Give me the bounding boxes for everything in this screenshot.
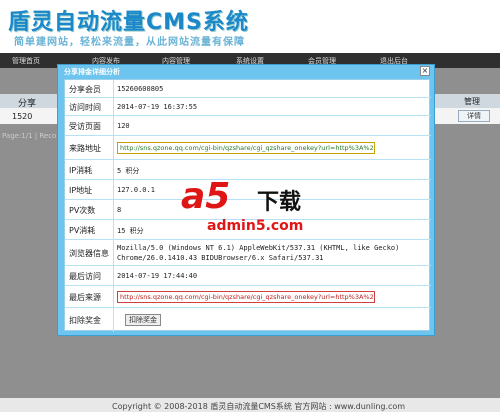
row-value: 120 bbox=[117, 122, 130, 130]
column-manage: 管理 bbox=[464, 97, 480, 106]
slogan: 简单建网站，轻松来流量，从此网站流量有保障 bbox=[14, 37, 245, 48]
row-label: 最后访问 bbox=[69, 272, 101, 281]
row-value: 2014-07-19 16:37:55 bbox=[117, 103, 198, 111]
detail-row: 分享会员 15260600805 bbox=[65, 80, 431, 98]
row-value: 5 积分 bbox=[117, 167, 140, 175]
referrer-url-field[interactable]: http://sns.qzone.qq.com/cgi-bin/qzshare/… bbox=[117, 142, 375, 154]
row-label: PV次数 bbox=[69, 206, 96, 215]
last-source-url-field[interactable]: http://sns.qzone.qq.com/cgi-bin/qzshare/… bbox=[117, 291, 375, 303]
row-value: 15 积分 bbox=[117, 227, 144, 235]
row-value: 2014-07-19 17:44:40 bbox=[117, 272, 198, 280]
row-value: Mozilla/5.0 (Windows NT 6.1) AppleWebKit… bbox=[117, 244, 400, 252]
row-value: 127.0.0.1 bbox=[117, 186, 155, 194]
row-label: IP地址 bbox=[69, 186, 93, 195]
row-value-line2: Chrome/26.0.1410.43 BIDUBrowser/6.x Safa… bbox=[117, 254, 324, 262]
modal-title: 分享排金详细分析 bbox=[64, 68, 120, 76]
detail-row: 最后访问 2014-07-19 17:44:40 bbox=[65, 266, 431, 286]
row-label: 扣除奖金 bbox=[69, 316, 101, 325]
deduct-bonus-button[interactable]: 扣除奖金 bbox=[125, 314, 161, 326]
watermark-download: 下载 bbox=[257, 190, 302, 215]
row-label: 访问时间 bbox=[69, 103, 101, 112]
detail-row: 最后来源 http://sns.qzone.qq.com/cgi-bin/qzs… bbox=[65, 286, 431, 308]
close-icon[interactable]: × bbox=[420, 66, 430, 76]
detail-row: 浏览器信息 Mozilla/5.0 (Windows NT 6.1) Apple… bbox=[65, 240, 431, 266]
watermark-logo: a5 下载 admin5.com bbox=[181, 176, 327, 238]
row-label: 浏览器信息 bbox=[69, 249, 109, 258]
detail-row: 扣除奖金 扣除奖金 bbox=[65, 308, 431, 332]
header: 盾灵自动流量CMS系统 简单建网站，轻松来流量，从此网站流量有保障 bbox=[0, 0, 500, 53]
pager: Page:1/1 | Reco bbox=[2, 132, 57, 140]
detail-button[interactable]: 详情 bbox=[458, 110, 490, 122]
row-label: 来路地址 bbox=[69, 144, 101, 153]
row-label: 分享会员 bbox=[69, 85, 101, 94]
row-label: 受访页面 bbox=[69, 122, 101, 131]
detail-row: 受访页面 120 bbox=[65, 116, 431, 136]
nav-item-home[interactable]: 管理首页 bbox=[12, 56, 40, 66]
row-value: 8 bbox=[117, 206, 122, 214]
detail-row: 来路地址 http://sns.qzone.qq.com/cgi-bin/qzs… bbox=[65, 136, 431, 160]
row-label: IP消耗 bbox=[69, 166, 93, 175]
cell-member: 1520 bbox=[12, 112, 33, 121]
watermark-url: admin5.com bbox=[207, 218, 304, 234]
watermark-a5: a5 bbox=[181, 176, 231, 217]
row-label: 最后来源 bbox=[69, 293, 101, 302]
app-logo: 盾灵自动流量CMS系统 bbox=[8, 10, 249, 35]
copyright-text: Copyright © 2008-2018 盾灵自动流量CMS系统 官方网站 :… bbox=[112, 402, 406, 411]
row-label: PV消耗 bbox=[69, 226, 96, 235]
row-value: 15260600805 bbox=[117, 85, 164, 93]
footer: Copyright © 2008-2018 盾灵自动流量CMS系统 官方网站 :… bbox=[0, 398, 500, 412]
detail-row: 访问时间 2014-07-19 16:37:55 bbox=[65, 98, 431, 116]
